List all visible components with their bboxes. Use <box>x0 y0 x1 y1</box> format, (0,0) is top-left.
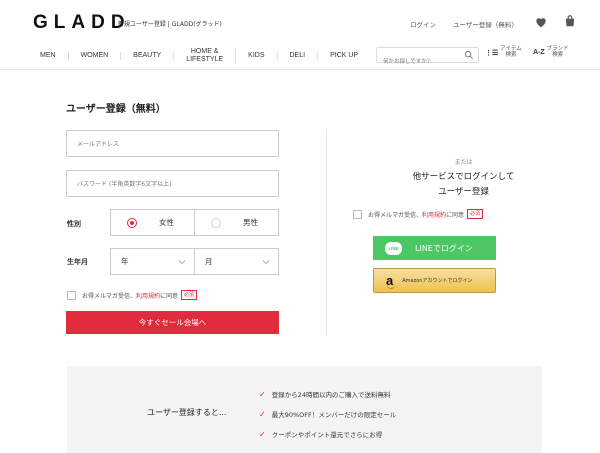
radio-unselected-icon <box>211 217 221 228</box>
social-required-badge: 必須 <box>467 209 484 219</box>
search-input[interactable] <box>377 55 457 69</box>
nav-item-pick-up[interactable]: PICK UP <box>318 52 370 60</box>
nav-item-women[interactable]: WOMEN <box>69 52 122 60</box>
gender-male-label: 男性 <box>243 218 258 227</box>
chevron-down-icon <box>262 259 270 264</box>
brand-search-tool[interactable]: A-Z ブランド 検索 <box>533 46 569 59</box>
agree-text: に同意 <box>160 292 179 300</box>
site-logo[interactable]: GLADD <box>33 12 131 34</box>
brand-search-label: ブランド 検索 <box>546 46 569 58</box>
social-newsletter-agree-row: お得メルマガ受信、 利用規約 に同意 必須 <box>353 209 484 219</box>
benefit-item: ✓ 最大90%OFF！メンバーだけの限定セール <box>259 409 397 420</box>
az-icon: A-Z <box>533 49 545 57</box>
check-icon: ✓ <box>259 409 266 419</box>
newsletter-checkbox[interactable] <box>67 290 76 300</box>
search-box <box>376 47 479 69</box>
check-icon: ✓ <box>259 389 266 399</box>
radio-selected-icon <box>127 217 137 228</box>
amazon-login-button[interactable]: a Amazonアカウントでログイン <box>373 268 496 293</box>
password-input[interactable] <box>67 172 278 197</box>
nav-item-men[interactable]: MEN <box>28 52 69 60</box>
list-icon: ⋮☰ <box>485 49 499 57</box>
line-login-button[interactable]: LINE LINEでログイン <box>373 236 496 260</box>
search-icon[interactable] <box>464 50 474 60</box>
password-field <box>66 170 279 197</box>
benefit-item: ✓ クーポンやポイント還元でさらにお得 <box>259 429 383 440</box>
birth-year-value: 年 <box>121 257 129 266</box>
social-agree-text: に同意 <box>446 211 465 219</box>
benefit-text: 登録から24時間以内のご購入で送料無料 <box>271 391 391 399</box>
social-title: 他サービスでログインして ユーザー登録 <box>327 170 600 200</box>
gender-label: 性別 <box>67 220 81 228</box>
nav-item-kids[interactable]: KIDS <box>236 52 278 60</box>
line-login-label: LINEでログイン <box>415 243 473 253</box>
page-tagline: 新規ユーザー登録 | GLADD(グラッド) <box>118 21 222 28</box>
login-link[interactable]: ログイン <box>410 19 436 29</box>
social-terms-link[interactable]: 利用規約 <box>422 210 446 219</box>
email-field <box>66 130 279 157</box>
site-header: GLADD 新規ユーザー登録 | GLADD(グラッド) ログイン ユーザー登録… <box>0 0 600 70</box>
or-text: または <box>454 159 473 166</box>
line-logo-icon: LINE <box>385 241 402 255</box>
social-newsletter-checkbox[interactable] <box>353 209 362 219</box>
terms-link[interactable]: 利用規約 <box>136 291 160 300</box>
required-badge: 必須 <box>181 290 198 300</box>
heart-icon[interactable] <box>534 15 548 29</box>
item-search-label: アイテム 検索 <box>500 46 522 58</box>
chevron-down-icon <box>178 259 186 264</box>
gender-female-label: 女性 <box>159 218 174 227</box>
item-search-tool[interactable]: ⋮☰ アイテム 検索 <box>485 46 522 59</box>
submit-button[interactable]: 今すぐセール会場へ <box>66 311 279 334</box>
page-title: ユーザー登録（無料） <box>66 104 166 115</box>
shopping-bag-icon[interactable] <box>563 14 577 28</box>
birth-month-select[interactable]: 月 <box>194 248 279 275</box>
amazon-logo-icon: a <box>386 273 396 289</box>
nav-item-beauty[interactable]: BEAUTY <box>121 52 175 60</box>
gender-female-option[interactable]: 女性 <box>110 209 195 236</box>
nav-item-deli[interactable]: DELI <box>278 52 319 60</box>
benefits-lead: ユーザー登録すると... <box>147 408 227 417</box>
register-link[interactable]: ユーザー登録（無料） <box>453 19 518 29</box>
benefit-item: ✓ 登録から24時間以内のご購入で送料無料 <box>259 389 391 400</box>
social-title-line2: ユーザー登録 <box>438 187 489 197</box>
benefits-panel: ユーザー登録すると... ✓ 登録から24時間以内のご購入で送料無料 ✓ 最大9… <box>67 366 542 453</box>
birth-month-value: 月 <box>205 257 213 266</box>
social-newsletter-text: お得メルマガ受信、 <box>368 211 423 219</box>
benefit-text: 最大90%OFF！メンバーだけの限定セール <box>271 411 397 419</box>
check-icon: ✓ <box>259 429 266 439</box>
category-nav: MEN WOMEN BEAUTY HOME & LIFESTYLE KIDS D… <box>28 44 370 68</box>
birth-year-select[interactable]: 年 <box>110 248 195 275</box>
birth-label: 生年月 <box>67 258 88 266</box>
social-title-line1: 他サービスでログインして <box>412 172 515 182</box>
gender-male-option[interactable]: 男性 <box>194 209 279 236</box>
newsletter-text: お得メルマガ受信、 <box>82 292 137 300</box>
email-input[interactable] <box>67 132 278 157</box>
amazon-login-label: Amazonアカウントでログイン <box>402 278 473 284</box>
newsletter-agree-row: お得メルマガ受信、 利用規約 に同意 必須 <box>67 290 198 300</box>
nav-item-home-lifestyle[interactable]: HOME & LIFESTYLE <box>174 48 237 64</box>
benefit-text: クーポンやポイント還元でさらにお得 <box>271 431 383 439</box>
